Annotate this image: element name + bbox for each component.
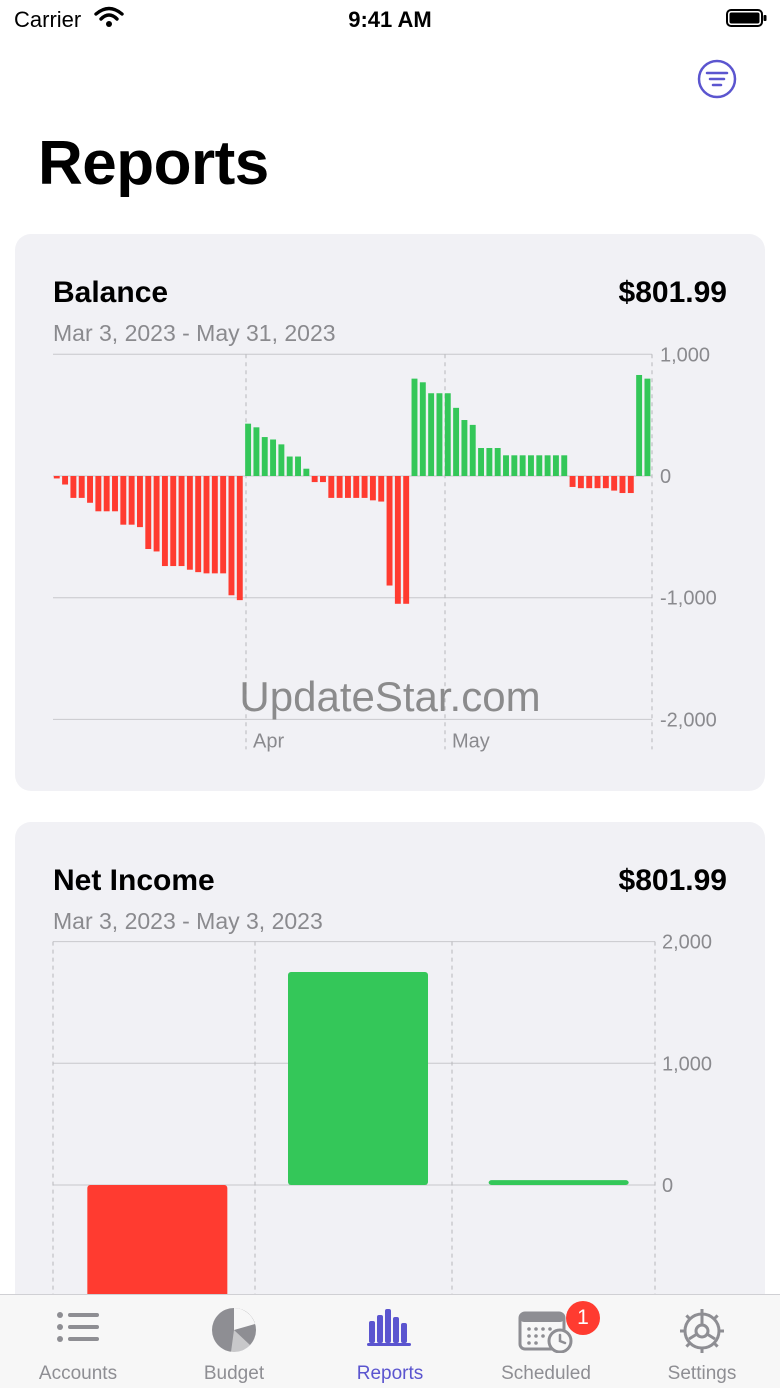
bar-chart-icon — [367, 1307, 413, 1352]
y-tick-label: 1,000 — [662, 1053, 712, 1075]
y-tick-label: 0 — [662, 1175, 673, 1197]
y-tick-label: 2,000 — [662, 932, 712, 954]
gear-icon — [678, 1307, 726, 1360]
tab-reports[interactable]: Reports — [312, 1295, 468, 1388]
tab-bar: Accounts Budget Reports Scheduled Settin… — [0, 1294, 780, 1388]
tab-label-budget: Budget — [203, 1363, 265, 1384]
scheduled-badge: 1 — [566, 1301, 600, 1335]
watermark: UpdateStar.com — [239, 673, 541, 720]
list-icon — [55, 1307, 101, 1352]
net-income-bar — [488, 1180, 629, 1185]
pie-chart-icon — [211, 1307, 257, 1358]
tab-label-settings: Settings — [667, 1363, 737, 1384]
tab-scheduled[interactable]: Scheduled — [468, 1295, 624, 1388]
tab-label-reports: Reports — [356, 1363, 424, 1384]
net-income-chart: 2,000 1,000 0 — [52, 932, 712, 1294]
tab-label-accounts: Accounts — [38, 1363, 118, 1384]
tab-settings[interactable]: Settings — [624, 1295, 780, 1388]
tab-label-scheduled: Scheduled — [501, 1363, 591, 1384]
net-income-bar — [288, 972, 428, 1185]
tab-accounts[interactable]: Accounts — [0, 1295, 156, 1388]
tab-budget[interactable]: Budget — [156, 1295, 312, 1388]
net-income-bar — [87, 1185, 228, 1294]
